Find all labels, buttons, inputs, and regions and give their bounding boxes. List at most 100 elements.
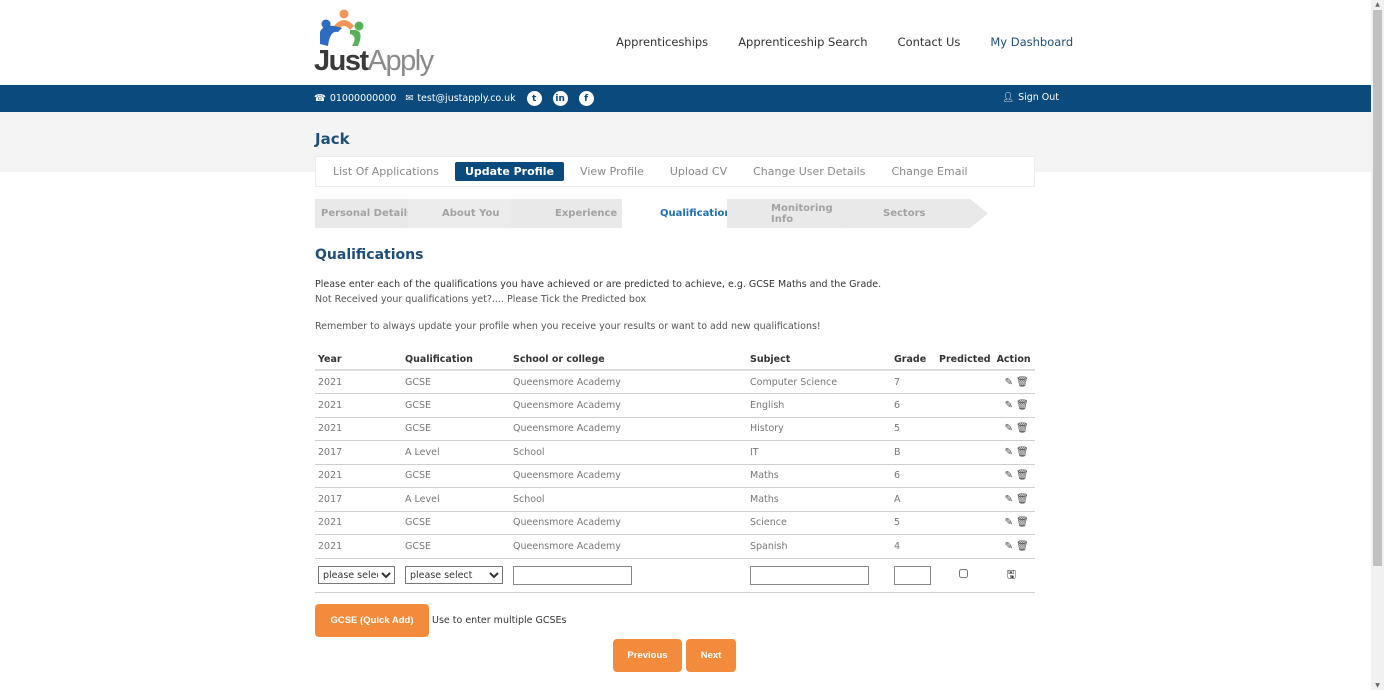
edit-pencil-icon[interactable]: ✎	[1005, 541, 1013, 552]
logo[interactable]: JustApply	[314, 8, 439, 78]
step-monitoring-info[interactable]: Monitoring Info	[727, 199, 858, 228]
cell-school: Queensmore Academy	[510, 417, 747, 441]
intro-text: Please enter each of the qualifications …	[315, 279, 882, 290]
cell-subject: Maths	[747, 487, 891, 512]
cell-school: Queensmore Academy	[510, 534, 747, 559]
cell-predicted	[936, 370, 994, 394]
cell-year: 2021	[315, 511, 402, 535]
sign-out-link[interactable]: 👤︎ Sign Out	[1002, 92, 1059, 103]
site-header: JustApply Apprenticeships Apprenticeship…	[0, 0, 1371, 85]
profile-tabs: List Of Applications Update Profile View…	[315, 156, 1035, 187]
nav-apprenticeship-search[interactable]: Apprenticeship Search	[738, 35, 867, 49]
table-row: 2021 GCSE Queensmore Academy Spanish 4 ✎ 🗑︎	[315, 534, 1035, 559]
delete-trash-icon[interactable]: 🗑︎	[1016, 377, 1029, 388]
table-row: 2021 GCSE Queensmore Academy Science 5 ✎ 🗑︎	[315, 511, 1035, 535]
cell-action: ✎ 🗑︎	[993, 440, 1035, 465]
linkedin-icon[interactable]: in	[552, 91, 568, 106]
delete-trash-icon[interactable]: 🗑︎	[1016, 517, 1029, 528]
edit-pencil-icon[interactable]: ✎	[1005, 494, 1013, 505]
previous-button[interactable]: Previous	[613, 639, 682, 672]
cell-qualification: A Level	[402, 487, 510, 512]
cell-grade: 4	[891, 534, 936, 559]
cell-year: 2021	[315, 370, 402, 394]
edit-pencil-icon[interactable]: ✎	[1005, 517, 1013, 528]
table-header-row: Year Qualification School or college Sub…	[315, 349, 1035, 371]
delete-trash-icon[interactable]: 🗑︎	[1016, 400, 1029, 411]
phone-number[interactable]: 01000000000	[330, 93, 397, 104]
table-row: 2021 GCSE Queensmore Academy Computer Scien…	[315, 370, 1035, 394]
email-address[interactable]: test@justapply.co.uk	[417, 93, 515, 104]
table-row: 2021 GCSE Queensmore Academy History 5 ✎ 🗑︎	[315, 417, 1035, 441]
contact-info: ☎ 01000000000 ✉ test@justapply.co.uk t i…	[314, 91, 598, 106]
next-button[interactable]: Next	[686, 639, 736, 672]
nav-my-dashboard[interactable]: My Dashboard	[990, 35, 1073, 49]
profile-steps: Personal Details About You Experience Qu…	[315, 199, 988, 228]
edit-pencil-icon[interactable]: ✎	[1005, 423, 1013, 434]
logo-figures-icon	[320, 9, 364, 46]
qualifications-table: Year Qualification School or college Sub…	[315, 349, 1035, 593]
tab-change-user-details[interactable]: Change User Details	[753, 165, 865, 178]
user-name: Jack	[315, 130, 350, 148]
grade-input[interactable]	[894, 565, 931, 585]
scroll-down-arrow-icon[interactable]: ▼	[1374, 682, 1381, 689]
edit-pencil-icon[interactable]: ✎	[1005, 447, 1013, 458]
predicted-checkbox[interactable]	[959, 569, 968, 578]
cell-subject: Spanish	[747, 534, 891, 559]
tab-view-profile[interactable]: View Profile	[580, 165, 644, 178]
subject-input[interactable]	[750, 565, 869, 585]
cell-grade: 5	[891, 511, 936, 535]
cell-predicted	[936, 417, 994, 441]
predicted-hint: Not Received your qualifications yet?...…	[315, 294, 647, 305]
cell-predicted	[936, 511, 994, 535]
edit-pencil-icon[interactable]: ✎	[1005, 400, 1013, 411]
quick-add-note: Use to enter multiple GCSEs	[432, 615, 567, 626]
envelope-icon: ✉	[405, 93, 414, 104]
cell-year: 2021	[315, 534, 402, 559]
logo-text-light: Apply	[367, 45, 435, 77]
cell-predicted	[936, 393, 994, 418]
tab-list-of-applications[interactable]: List Of Applications	[333, 165, 439, 178]
scroll-thumb[interactable]	[1373, 10, 1382, 566]
cell-subject: Science	[747, 511, 891, 535]
nav-contact-us[interactable]: Contact Us	[898, 35, 961, 49]
cell-qualification: GCSE	[402, 464, 510, 488]
edit-pencil-icon[interactable]: ✎	[1005, 470, 1013, 481]
section-title: Qualifications	[315, 247, 424, 263]
delete-trash-icon[interactable]: 🗑︎	[1016, 541, 1029, 552]
save-icon[interactable]: 🖫︎	[1007, 568, 1016, 581]
tab-upload-cv[interactable]: Upload CV	[670, 165, 727, 178]
gcse-quick-add-button[interactable]: GCSE (Quick Add)	[315, 604, 429, 637]
page-scrollbar[interactable]: ▲ ▼	[1371, 0, 1384, 690]
step-experience[interactable]: Experience	[511, 199, 639, 228]
year-select[interactable]: please select	[318, 566, 395, 584]
cell-school: School	[510, 440, 747, 465]
table-row: 2017 A Level School IT B ✎ 🗑︎	[315, 440, 1035, 465]
step-sectors[interactable]: Sectors	[841, 199, 988, 228]
step-about-you[interactable]: About You	[408, 199, 528, 228]
delete-trash-icon[interactable]: 🗑︎	[1016, 447, 1029, 458]
cell-grade: 5	[891, 417, 936, 441]
scroll-up-arrow-icon[interactable]: ▲	[1374, 1, 1381, 8]
cell-qualification: GCSE	[402, 370, 510, 394]
facebook-icon[interactable]: f	[578, 91, 594, 106]
cell-grade: B	[891, 440, 936, 465]
cell-action: ✎ 🗑︎	[993, 393, 1035, 418]
tab-update-profile[interactable]: Update Profile	[454, 162, 565, 181]
cell-action: ✎ 🗑︎	[993, 534, 1035, 559]
delete-trash-icon[interactable]: 🗑︎	[1016, 423, 1029, 434]
tab-change-email[interactable]: Change Email	[891, 165, 967, 178]
table-body: 2021 GCSE Queensmore Academy Computer Scien…	[315, 370, 1035, 559]
step-qualifications[interactable]: Qualifications	[622, 199, 744, 228]
edit-pencil-icon[interactable]: ✎	[1005, 377, 1013, 388]
twitter-icon[interactable]: t	[526, 91, 542, 106]
qualification-select[interactable]: please select	[405, 566, 503, 584]
nav-apprenticeships[interactable]: Apprenticeships	[616, 35, 708, 49]
cell-school: Queensmore Academy	[510, 393, 747, 418]
logo-text-bold: Just	[314, 45, 369, 77]
school-input[interactable]	[513, 565, 632, 585]
cell-qualification: GCSE	[402, 511, 510, 535]
cell-action: ✎ 🗑︎	[993, 487, 1035, 512]
delete-trash-icon[interactable]: 🗑︎	[1016, 470, 1029, 481]
delete-trash-icon[interactable]: 🗑︎	[1016, 494, 1029, 505]
header-qualification: Qualification	[402, 349, 510, 371]
